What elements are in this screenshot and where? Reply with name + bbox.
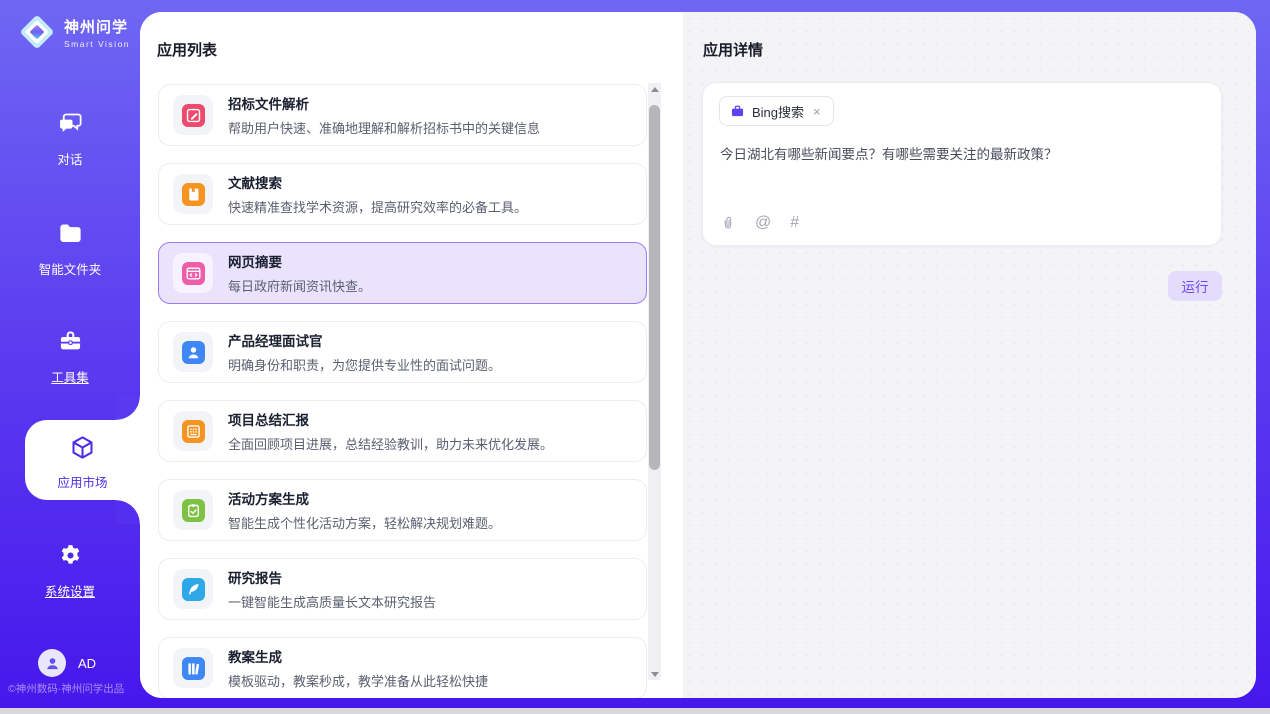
brand-tagline: Smart Vision [64,39,130,49]
cube-icon [69,434,96,461]
app-title: 教案生成 [228,646,488,666]
app-desc: 明确身份和职责，为您提供专业性的面试问题。 [228,355,501,374]
icon-tile [173,411,213,451]
icon-tile [173,332,213,372]
sidebar-item-settings[interactable]: 系统设置 [0,542,140,600]
app-card-lesson-plan[interactable]: 教案生成 模板驱动，教案秒成，教学准备从此轻松快捷 [158,637,647,698]
app-card-bid-parse[interactable]: 招标文件解析 帮助用户快速、准确地理解和解析招标书中的关键信息 [158,84,647,146]
bubble-corner-top [116,396,140,420]
briefcase-icon [730,104,745,119]
app-card-list: 招标文件解析 帮助用户快速、准确地理解和解析招标书中的关键信息 文献搜索 快速精… [158,84,647,698]
icon-tile [173,490,213,530]
query-input[interactable]: 今日湖北有哪些新闻要点？有哪些需要关注的最新政策？ [720,145,1200,165]
prompt-card: Bing搜索 × 今日湖北有哪些新闻要点？有哪些需要关注的最新政策？ @ # [702,82,1222,246]
copyright-text: ©神州数码·神州问学出品 [8,681,124,696]
app-desc: 一键智能生成高质量长文本研究报告 [228,592,436,611]
sidebar-item-toolkit[interactable]: 工具集 [0,328,140,386]
app-title: 研究报告 [228,567,436,587]
note-icon [182,420,205,443]
app-card-pm-interviewer[interactable]: 产品经理面试官 明确身份和职责，为您提供专业性的面试问题。 [158,321,647,383]
at-icon[interactable]: @ [755,215,771,231]
main-content: 应用列表 招标文件解析 帮助用户快速、准确地理解和解析招标书中的关键信息 [140,12,1256,698]
clipboard-check-icon [182,499,205,522]
sidebar-item-label: 工具集 [0,367,140,386]
user-initials: AD [78,656,96,671]
app-title: 文献搜索 [228,172,527,192]
sidebar-item-label: 智能文件夹 [0,259,140,278]
app-desc: 智能生成个性化活动方案，轻松解决规划难题。 [228,513,501,532]
bubble-corner-bottom [116,500,140,524]
scrollbar-thumb[interactable] [649,105,660,470]
chat-icon [57,110,84,137]
sidebar-item-smart-folder[interactable]: 智能文件夹 [0,220,140,278]
folder-icon [57,220,84,247]
hash-icon[interactable]: # [790,215,799,231]
books-icon [182,657,205,680]
app-title: 项目总结汇报 [228,409,553,429]
avatar [38,649,66,677]
icon-tile [173,253,213,293]
bottom-strip [0,708,1270,711]
sidebar-item-label: 对话 [0,149,140,168]
sidebar-item-label: 系统设置 [0,581,140,600]
icon-tile [173,569,213,609]
app-detail-panel: 应用详情 Bing搜索 × 今日湖北有哪些新闻要点？有哪些需要关注的最新政策？ … [683,12,1256,698]
tool-chip-bing-search[interactable]: Bing搜索 × [719,96,834,126]
app-desc: 快速精准查找学术资源，提高研究效率的必备工具。 [228,197,527,216]
chip-close-icon[interactable]: × [811,104,823,119]
app-card-project-summary[interactable]: 项目总结汇报 全面回顾项目进展，总结经验教训，助力未来优化发展。 [158,400,647,462]
browser-code-icon [182,262,205,285]
app-card-event-plan[interactable]: 活动方案生成 智能生成个性化活动方案，轻松解决规划难题。 [158,479,647,541]
app-card-web-summary[interactable]: 网页摘要 每日政府新闻资讯快查。 [158,242,647,304]
attachment-toolbar: @ # [720,215,799,231]
scroll-up-arrow[interactable] [648,83,661,95]
person-icon [44,655,61,672]
sidebar-item-label: 应用市场 [25,472,140,491]
book-icon [182,183,205,206]
quill-icon [182,578,205,601]
app-title: 活动方案生成 [228,488,501,508]
app-desc: 帮助用户快速、准确地理解和解析招标书中的关键信息 [228,118,540,137]
sidebar-item-chat[interactable]: 对话 [0,110,140,168]
app-window: 神州问学 Smart Vision 对话 智能文件夹 工具 [0,0,1270,711]
icon-tile [173,95,213,135]
app-desc: 模板驱动，教案秒成，教学准备从此轻松快捷 [228,671,488,690]
diamond-logo-icon [18,13,56,51]
app-detail-title: 应用详情 [703,39,763,60]
app-card-literature-search[interactable]: 文献搜索 快速精准查找学术资源，提高研究效率的必备工具。 [158,163,647,225]
user-account[interactable]: AD [38,649,96,677]
brand-logo: 神州问学 Smart Vision [18,13,130,51]
paperclip-icon[interactable] [720,215,736,231]
tool-chip-label: Bing搜索 [752,102,804,121]
app-desc: 全面回顾项目进展，总结经验教训，助力未来优化发展。 [228,434,553,453]
icon-tile [173,174,213,214]
pen-square-icon [182,104,205,127]
app-title: 招标文件解析 [228,93,540,113]
run-button[interactable]: 运行 [1168,271,1222,301]
icon-tile [173,648,213,688]
app-title: 网页摘要 [228,251,371,271]
app-title: 产品经理面试官 [228,330,501,350]
gear-icon [57,542,84,569]
sidebar: 神州问学 Smart Vision 对话 智能文件夹 工具 [0,0,140,711]
app-list-title: 应用列表 [157,39,217,60]
toolbox-icon [57,328,84,355]
app-card-research-report[interactable]: 研究报告 一键智能生成高质量长文本研究报告 [158,558,647,620]
sidebar-item-app-market[interactable]: 应用市场 [25,420,140,500]
brand-name: 神州问学 [64,16,130,37]
scrollbar[interactable] [648,83,661,680]
interviewer-icon [182,341,205,364]
scroll-down-arrow[interactable] [648,668,661,680]
app-list-panel: 应用列表 招标文件解析 帮助用户快速、准确地理解和解析招标书中的关键信息 [140,12,683,698]
app-desc: 每日政府新闻资讯快查。 [228,276,371,295]
